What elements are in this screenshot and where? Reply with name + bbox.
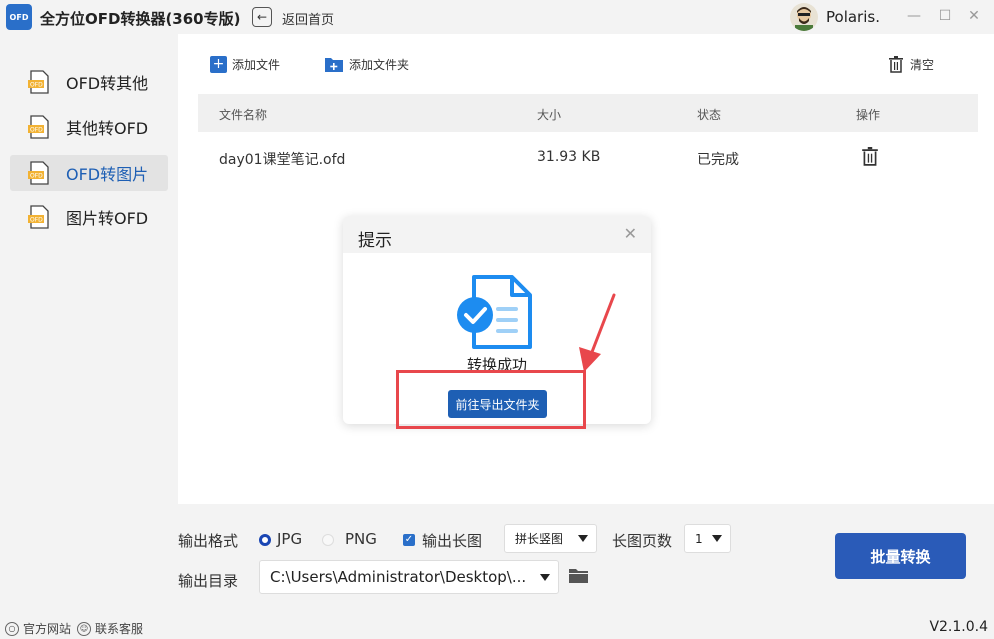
close-icon[interactable]: ✕ xyxy=(966,8,982,24)
batch-convert-button[interactable]: 批量转换 xyxy=(835,533,966,579)
column-header-status: 状态 xyxy=(697,108,722,122)
file-name: day01课堂笔记.ofd xyxy=(219,152,346,168)
radio-jpg[interactable] xyxy=(259,534,271,546)
stitch-mode-select[interactable]: 拼长竖图 xyxy=(504,524,597,553)
headset-icon: ☺ xyxy=(77,621,91,636)
title-bar: OFD 全方位OFD转换器(360专版) ← 返回首页 Polaris. — ☐… xyxy=(0,0,994,34)
back-arrow-icon[interactable]: ← xyxy=(252,7,272,27)
svg-text:OFD: OFD xyxy=(30,173,43,180)
plus-icon: + xyxy=(210,56,227,73)
ofd-file-icon: OFD xyxy=(26,69,52,95)
add-folder-label: 添加文件夹 xyxy=(349,58,410,72)
add-file-label: 添加文件 xyxy=(232,58,281,72)
add-file-button[interactable]: + 添加文件 xyxy=(210,56,280,73)
clear-label: 清空 xyxy=(910,58,935,72)
avatar[interactable] xyxy=(790,3,818,31)
svg-text:OFD: OFD xyxy=(30,217,43,224)
app-logo: OFD xyxy=(6,4,32,30)
output-dir-select[interactable]: C:\Users\Administrator\Desktop\... xyxy=(259,560,559,594)
official-website-link[interactable]: ○ 官方网站 xyxy=(5,620,71,637)
delete-row-icon[interactable] xyxy=(861,147,879,166)
svg-text:OFD: OFD xyxy=(30,82,43,89)
folder-icon[interactable] xyxy=(568,567,589,584)
ofd-file-icon: OFD xyxy=(26,114,52,140)
svg-text:OFD: OFD xyxy=(30,127,43,134)
chevron-down-icon xyxy=(540,574,550,581)
globe-icon: ○ xyxy=(5,621,19,636)
table-row[interactable]: day01课堂笔记.ofd 31.93 KB 已完成 xyxy=(198,134,978,180)
success-document-icon xyxy=(457,275,532,349)
sidebar-item-label: 其他转OFD xyxy=(66,119,149,138)
format-label: 输出格式 xyxy=(178,532,239,550)
radio-png[interactable] xyxy=(322,534,334,546)
version-label: V2.1.0.4 xyxy=(929,619,988,635)
clear-button[interactable]: 清空 xyxy=(888,56,934,73)
output-dir-value: C:\Users\Administrator\Desktop\... xyxy=(270,568,527,586)
radio-png-label[interactable]: PNG xyxy=(345,530,377,548)
sidebar-item-image-to-ofd[interactable]: OFD 图片转OFD xyxy=(10,199,168,235)
dialog-title: 提示 xyxy=(358,231,392,251)
chevron-down-icon xyxy=(578,535,588,542)
sidebar-item-ofd-to-other[interactable]: OFD OFD转其他 xyxy=(10,64,168,100)
back-home-link[interactable]: 返回首页 xyxy=(282,9,334,28)
trash-icon xyxy=(889,56,903,73)
highlight-box xyxy=(396,370,586,429)
official-website-label: 官方网站 xyxy=(23,622,72,636)
column-header-size: 大小 xyxy=(537,108,562,122)
pages-value: 1 xyxy=(695,531,703,546)
column-header-name: 文件名称 xyxy=(219,108,268,122)
footer: ○ 官方网站 ☺ 联系客服 V2.1.0.4 xyxy=(0,615,994,639)
pages-label: 长图页数 xyxy=(612,532,673,550)
file-table-header: 文件名称 大小 状态 操作 xyxy=(198,94,978,132)
sidebar-item-label: 图片转OFD xyxy=(66,209,149,228)
sidebar-item-other-to-ofd[interactable]: OFD 其他转OFD xyxy=(10,109,168,145)
username[interactable]: Polaris. xyxy=(826,8,880,26)
ofd-file-icon: OFD xyxy=(26,204,52,230)
output-dir-label: 输出目录 xyxy=(178,572,239,590)
minimize-icon[interactable]: — xyxy=(906,8,922,24)
add-folder-button[interactable]: 添加文件夹 xyxy=(324,56,409,73)
long-image-label: 输出长图 xyxy=(422,532,483,550)
maximize-icon[interactable]: ☐ xyxy=(937,8,953,24)
sidebar-item-label: OFD转图片 xyxy=(66,165,149,184)
folder-add-icon xyxy=(325,58,343,72)
app-title: 全方位OFD转换器(360专版) xyxy=(40,10,241,28)
stitch-mode-value: 拼长竖图 xyxy=(515,532,564,546)
chevron-down-icon xyxy=(712,535,722,542)
contact-support-label: 联系客服 xyxy=(95,622,144,636)
dialog-header: 提示 ✕ xyxy=(343,216,651,253)
sidebar-item-ofd-to-image[interactable]: OFD OFD转图片 xyxy=(10,155,168,191)
ofd-file-icon: OFD xyxy=(26,160,52,186)
radio-jpg-label[interactable]: JPG xyxy=(277,530,302,548)
pages-select[interactable]: 1 xyxy=(684,524,731,553)
file-status: 已完成 xyxy=(697,152,739,168)
annotation-arrow-icon xyxy=(579,293,616,372)
sidebar-item-label: OFD转其他 xyxy=(66,74,149,93)
long-image-checkbox[interactable]: ✓ xyxy=(403,534,415,546)
dialog-close-icon[interactable]: ✕ xyxy=(624,224,637,243)
column-header-action: 操作 xyxy=(856,108,881,122)
contact-support-link[interactable]: ☺ 联系客服 xyxy=(77,620,143,637)
settings-panel: 输出格式 JPG PNG ✓ 输出长图 拼长竖图 长图页数 1 输出目录 C:\… xyxy=(0,504,994,604)
file-size: 31.93 KB xyxy=(537,149,601,165)
